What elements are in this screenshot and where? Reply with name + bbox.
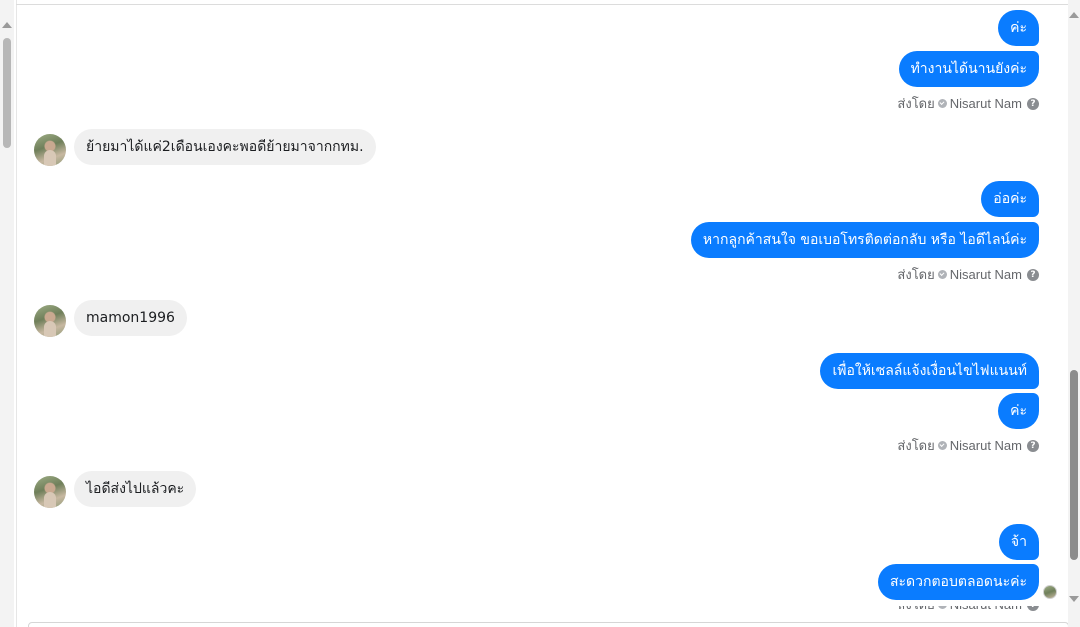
check-circle-icon: [937, 270, 947, 280]
outgoing-message[interactable]: เพื่อให้เซลล์แจ้งเงื่อนไขไฟแนนท์: [820, 353, 1039, 389]
sender-name: Nisarut Nam: [949, 267, 1022, 282]
chat-window: ค่ะ ทำงานได้นานยังค่ะ ส่งโดย Nisarut Nam?…: [0, 0, 1080, 627]
question-circle-icon[interactable]: ?: [1027, 439, 1039, 452]
check-circle-icon: [937, 606, 947, 610]
scroll-up-arrow-icon[interactable]: [2, 22, 12, 28]
scroll-up-arrow-icon[interactable]: [1069, 12, 1079, 18]
user-avatar[interactable]: [34, 134, 66, 166]
sent-by-prefix: ส่งโดย: [897, 96, 935, 111]
scrollbar-thumb[interactable]: [3, 38, 11, 148]
sender-name: Nisarut Nam: [949, 438, 1022, 453]
incoming-message[interactable]: ไอดีส่งไปแล้วคะ: [74, 471, 197, 507]
outgoing-message[interactable]: หากลูกค้าสนใจ ขอเบอโทรติดต่อกลับ หรือ ไอ…: [690, 222, 1039, 258]
sent-by-label: ส่งโดย Nisarut Nam?: [897, 96, 1039, 112]
question-circle-icon[interactable]: ?: [1027, 268, 1039, 281]
outgoing-message[interactable]: สะดวกตอบตลอดนะค่ะ: [877, 564, 1039, 600]
seen-avatar: [1043, 585, 1057, 599]
left-scrollbar[interactable]: [0, 0, 14, 627]
sent-by-label: ส่งโดย Nisarut Nam?: [897, 438, 1039, 454]
incoming-message[interactable]: ย้ายมาได้แค่2เดือนเองคะพอดีย้ายมาจากกทม.: [74, 129, 376, 165]
outgoing-message[interactable]: ทำงานได้นานยังค่ะ: [898, 51, 1039, 87]
outgoing-message[interactable]: ค่ะ: [998, 10, 1039, 46]
outgoing-message[interactable]: อ่อค่ะ: [981, 181, 1039, 217]
scrollbar-thumb[interactable]: [1070, 370, 1078, 560]
outgoing-message[interactable]: จ้า: [998, 524, 1039, 560]
incoming-message[interactable]: mamon1996: [74, 300, 187, 336]
sent-by-prefix: ส่งโดย: [899, 606, 935, 612]
scroll-down-arrow-icon[interactable]: [1069, 596, 1079, 602]
divider: [16, 0, 17, 627]
message-composer[interactable]: [28, 622, 1069, 627]
sent-by-label: ส่งโดย Nisarut Nam?: [899, 606, 1039, 612]
check-circle-icon: [937, 441, 947, 451]
sent-by-label: ส่งโดย Nisarut Nam?: [897, 267, 1039, 283]
question-circle-icon[interactable]: ?: [1027, 606, 1039, 611]
sent-by-prefix: ส่งโดย: [897, 438, 935, 453]
sender-name: Nisarut Nam: [949, 96, 1022, 111]
user-avatar[interactable]: [34, 305, 66, 337]
check-circle-icon: [937, 99, 947, 109]
sent-by-label-clipped: ส่งโดย Nisarut Nam?: [899, 606, 1039, 612]
sender-name: Nisarut Nam: [950, 606, 1022, 612]
user-avatar[interactable]: [34, 476, 66, 508]
divider: [16, 4, 1069, 5]
sent-by-prefix: ส่งโดย: [897, 267, 935, 282]
outgoing-message[interactable]: ค่ะ: [998, 393, 1039, 429]
question-circle-icon[interactable]: ?: [1027, 97, 1039, 110]
right-scrollbar[interactable]: [1068, 0, 1080, 627]
